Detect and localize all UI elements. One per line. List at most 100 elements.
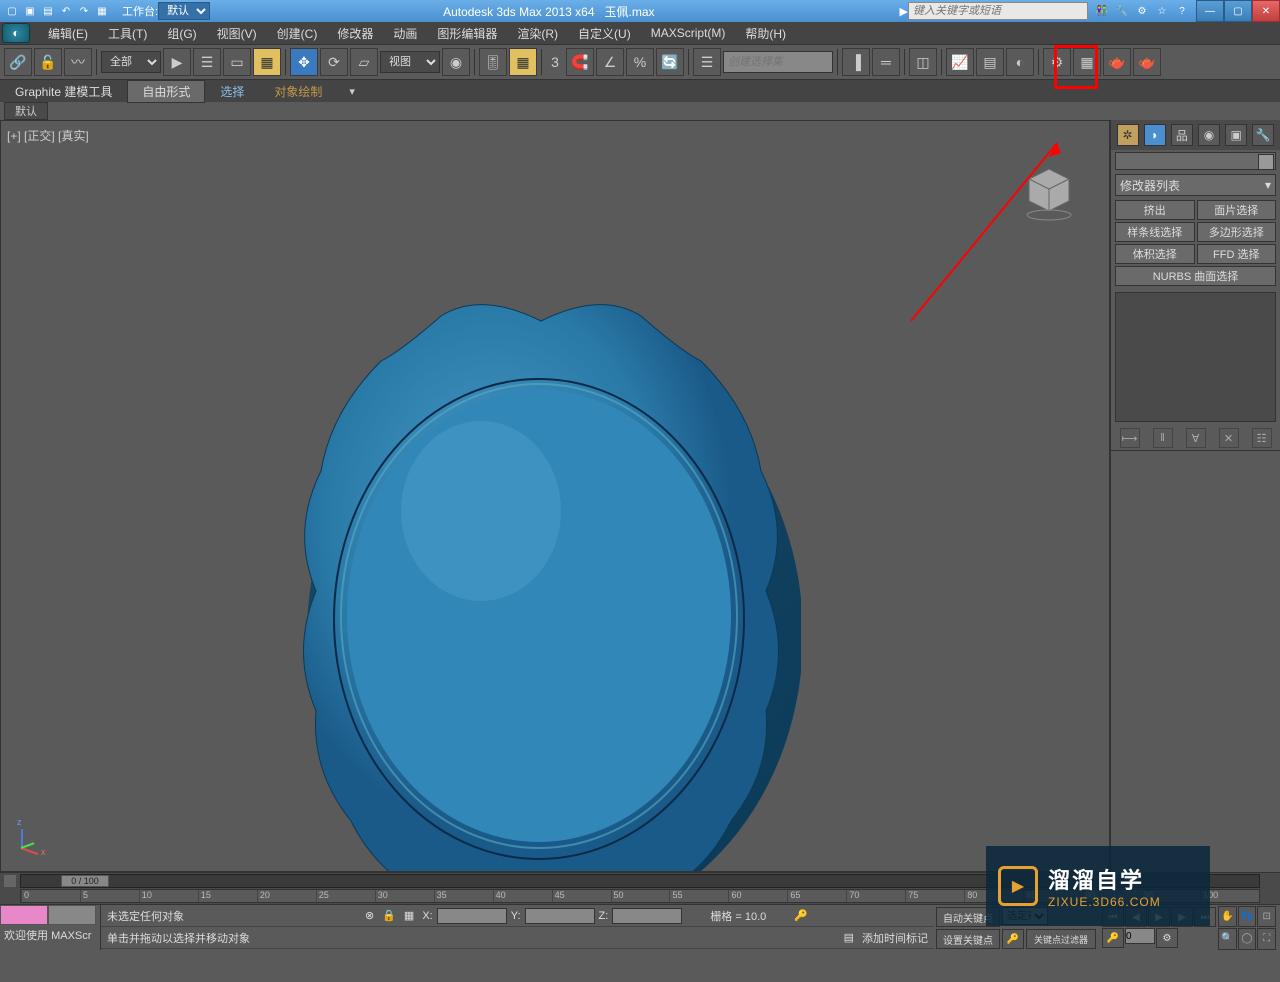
- select-region-icon[interactable]: ▭: [223, 48, 251, 76]
- modifier-stack[interactable]: [1115, 292, 1276, 422]
- mod-btn-poly-select[interactable]: 多边形选择: [1197, 222, 1277, 242]
- close-button[interactable]: ✕: [1252, 0, 1280, 22]
- key-icon[interactable]: 🔑: [1002, 929, 1024, 949]
- cmd-tab-hierarchy[interactable]: 品: [1171, 124, 1193, 146]
- mirror-icon[interactable]: ▐: [842, 48, 870, 76]
- menu-customize[interactable]: 自定义(U): [568, 23, 641, 44]
- menu-tools[interactable]: 工具(T): [98, 23, 157, 44]
- material-editor-icon[interactable]: ◐: [1006, 48, 1034, 76]
- set-key-button[interactable]: 设置关键点: [936, 929, 1000, 949]
- time-slider[interactable]: 0 / 100: [61, 875, 109, 887]
- pin-stack-icon[interactable]: ⟼: [1120, 428, 1140, 448]
- cmd-tab-motion[interactable]: ◉: [1198, 124, 1220, 146]
- curve-editor-icon[interactable]: 📈: [946, 48, 974, 76]
- modifier-list-dropdown[interactable]: 修改器列表▾: [1115, 174, 1276, 196]
- ref-coord-system[interactable]: 视图: [380, 51, 440, 73]
- viewport[interactable]: [+] [正交] [真实]: [0, 120, 1110, 872]
- track-toggle-icon[interactable]: [4, 875, 16, 887]
- cmd-tab-modify[interactable]: ◗: [1144, 124, 1166, 146]
- menu-animation[interactable]: 动画: [383, 23, 427, 44]
- window-crossing-icon[interactable]: ▦: [253, 48, 281, 76]
- script-rec-icon[interactable]: [0, 905, 48, 925]
- select-link-icon[interactable]: 🔗: [4, 48, 32, 76]
- walk-icon[interactable]: 👣: [1238, 906, 1257, 928]
- menu-views[interactable]: 视图(V): [207, 23, 267, 44]
- remove-modifier-icon[interactable]: ✕: [1219, 428, 1239, 448]
- zoom-ext-icon[interactable]: ⊡: [1257, 906, 1276, 928]
- select-icon[interactable]: ▶: [163, 48, 191, 76]
- mod-btn-extrude[interactable]: 挤出: [1115, 200, 1195, 220]
- exchange-icon[interactable]: 🔧: [1114, 3, 1130, 19]
- ribbon-tab-graphite[interactable]: Graphite 建模工具: [0, 80, 127, 103]
- open-file-icon[interactable]: ▣: [22, 3, 38, 19]
- unlink-icon[interactable]: 🔓: [34, 48, 62, 76]
- mod-btn-spline-select[interactable]: 样条线选择: [1115, 222, 1195, 242]
- scale-icon[interactable]: ▱: [350, 48, 378, 76]
- ribbon-sub-default[interactable]: 默认: [4, 102, 48, 120]
- help-search-input[interactable]: [908, 2, 1088, 20]
- workspace-select[interactable]: 默认: [158, 2, 210, 20]
- mod-btn-patch-select[interactable]: 面片选择: [1197, 200, 1277, 220]
- lock-icon[interactable]: ⊗: [365, 909, 374, 922]
- move-icon[interactable]: ✥: [290, 48, 318, 76]
- project-icon[interactable]: ▦: [94, 3, 110, 19]
- ribbon-tab-freeform[interactable]: 自由形式: [127, 80, 205, 103]
- app-menu-icon[interactable]: ◐: [2, 23, 30, 43]
- ribbon-tab-object-paint[interactable]: 对象绘制: [259, 80, 337, 103]
- keyboard-shortcut-icon[interactable]: ▦: [509, 48, 537, 76]
- viewport-label[interactable]: [+] [正交] [真实]: [7, 127, 89, 144]
- key-filters-button[interactable]: 关键点过滤器: [1026, 929, 1096, 949]
- menu-graph-editors[interactable]: 图形编辑器: [427, 23, 507, 44]
- object-name-field[interactable]: [1115, 152, 1276, 170]
- ribbon-tab-selection[interactable]: 选择: [205, 80, 259, 103]
- pan-icon[interactable]: ✋: [1218, 906, 1237, 928]
- mod-btn-nurbs-select[interactable]: NURBS 曲面选择: [1115, 266, 1276, 286]
- isolate-icon[interactable]: 🔒: [382, 909, 396, 922]
- edit-named-sel-icon[interactable]: ☰: [693, 48, 721, 76]
- undo-icon[interactable]: ↶: [58, 3, 74, 19]
- current-frame-field[interactable]: [1125, 928, 1155, 944]
- angle-snap-icon[interactable]: ∠: [596, 48, 624, 76]
- layer-manager-icon[interactable]: ◫: [909, 48, 937, 76]
- key-mode-icon[interactable]: 🔑: [1102, 928, 1124, 948]
- render-iterative-icon[interactable]: 🫖: [1133, 48, 1161, 76]
- script-stop-icon[interactable]: [48, 905, 96, 925]
- minimize-button[interactable]: —: [1196, 0, 1224, 22]
- select-by-name-icon[interactable]: ☰: [193, 48, 221, 76]
- rotate-icon[interactable]: ⟳: [320, 48, 348, 76]
- make-unique-icon[interactable]: ∀: [1186, 428, 1206, 448]
- add-time-tag[interactable]: 添加时间标记: [862, 930, 928, 946]
- maximize-vp-icon[interactable]: ⛶: [1257, 928, 1276, 950]
- rendered-frame-icon[interactable]: ▦: [1073, 48, 1101, 76]
- menu-help[interactable]: 帮助(H): [735, 23, 796, 44]
- maximize-button[interactable]: ▢: [1224, 0, 1252, 22]
- menu-modifiers[interactable]: 修改器: [327, 23, 383, 44]
- configure-sets-icon[interactable]: ☷: [1252, 428, 1272, 448]
- time-config-icon[interactable]: ⚙: [1156, 928, 1178, 948]
- new-file-icon[interactable]: ▢: [4, 3, 20, 19]
- cmd-tab-create[interactable]: ✲: [1117, 124, 1139, 146]
- menu-maxscript[interactable]: MAXScript(M): [641, 24, 736, 42]
- menu-group[interactable]: 组(G): [157, 23, 206, 44]
- redo-icon[interactable]: ↷: [76, 3, 92, 19]
- menu-create[interactable]: 创建(C): [267, 23, 328, 44]
- viewcube[interactable]: [1019, 161, 1079, 221]
- ribbon-expand-icon[interactable]: ▾: [349, 85, 355, 98]
- named-selection-set[interactable]: [723, 51, 833, 73]
- help-icon[interactable]: ?: [1174, 3, 1190, 19]
- cmd-tab-display[interactable]: ▣: [1225, 124, 1247, 146]
- orbit-icon[interactable]: ◯: [1238, 928, 1257, 950]
- pivot-center-icon[interactable]: ◉: [442, 48, 470, 76]
- mod-btn-vol-select[interactable]: 体积选择: [1115, 244, 1195, 264]
- time-tag-icon[interactable]: ▤: [844, 931, 854, 944]
- snap-toggle-icon[interactable]: 🧲: [566, 48, 594, 76]
- manipulate-icon[interactable]: 🎚: [479, 48, 507, 76]
- save-file-icon[interactable]: ▤: [40, 3, 56, 19]
- selection-filter[interactable]: 全部: [101, 51, 161, 73]
- spinner-snap-icon[interactable]: 🔄: [656, 48, 684, 76]
- cmd-tab-utilities[interactable]: 🔧: [1252, 124, 1274, 146]
- percent-snap-icon[interactable]: %: [626, 48, 654, 76]
- object-color-swatch[interactable]: [1258, 154, 1274, 170]
- render-production-icon[interactable]: 🫖: [1103, 48, 1131, 76]
- menu-rendering[interactable]: 渲染(R): [507, 23, 568, 44]
